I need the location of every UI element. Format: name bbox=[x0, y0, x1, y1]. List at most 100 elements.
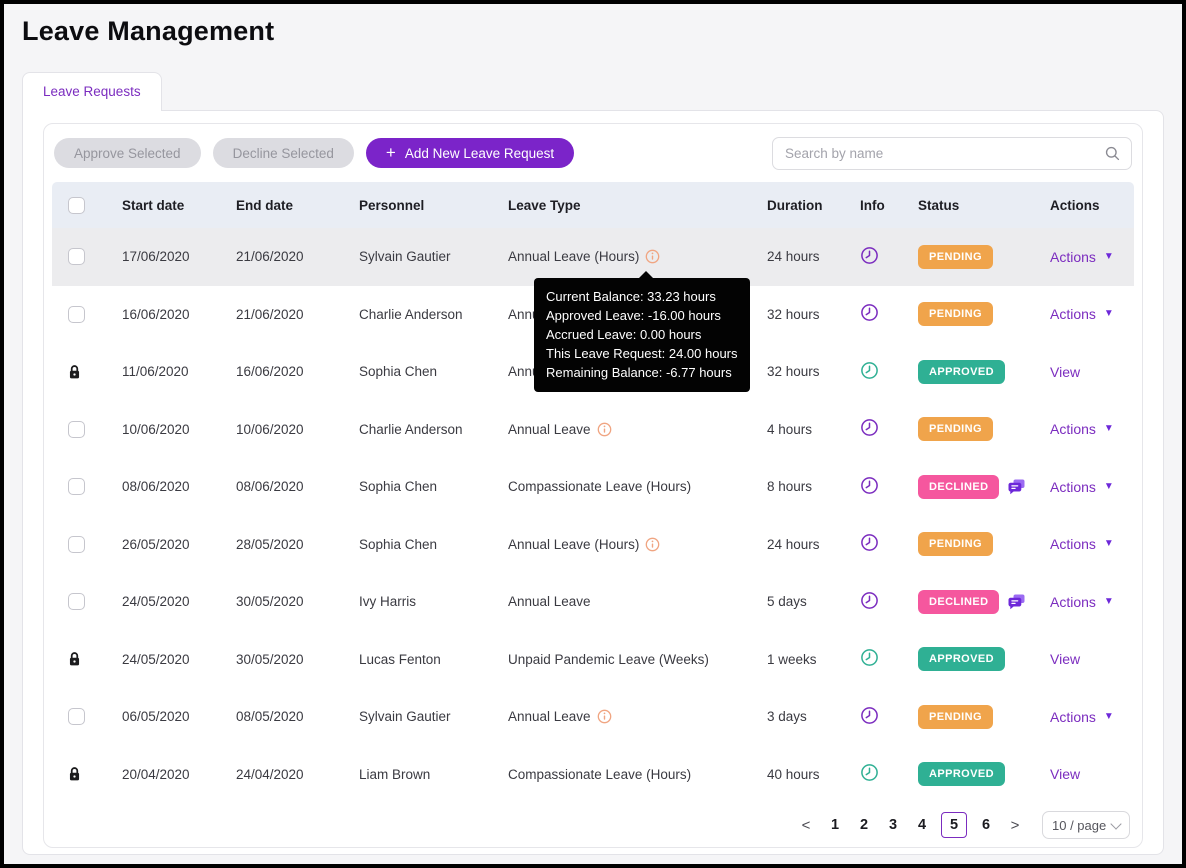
row-action-label: Actions bbox=[1050, 536, 1096, 553]
row-checkbox[interactable] bbox=[68, 535, 85, 553]
clock-icon[interactable] bbox=[860, 648, 879, 667]
start-date-cell: 11/06/2020 bbox=[122, 364, 189, 380]
info-icon[interactable] bbox=[597, 709, 612, 724]
clock-icon[interactable] bbox=[860, 246, 879, 265]
end-date-cell: 24/04/2020 bbox=[236, 766, 304, 782]
page-button-6[interactable]: 6 bbox=[976, 812, 996, 838]
personnel-cell: Sylvain Gautier bbox=[359, 249, 451, 265]
page-button-4[interactable]: 4 bbox=[912, 812, 932, 838]
row-action-label: Actions bbox=[1050, 478, 1096, 495]
row-checkbox[interactable] bbox=[68, 248, 85, 266]
table-row: 10/06/2020 10/06/2020 Charlie Anderson A… bbox=[52, 400, 1134, 458]
clock-icon[interactable] bbox=[860, 763, 879, 782]
caret-down-icon: ▼ bbox=[1103, 308, 1114, 320]
row-action-link[interactable]: View ▼ bbox=[1050, 766, 1080, 782]
end-date-cell: 08/06/2020 bbox=[236, 479, 304, 495]
table-row: 20/04/2020 24/04/2020 Liam Brown Compass… bbox=[52, 745, 1134, 803]
leave-type-cell: Annual Leave (Hours) bbox=[508, 249, 767, 264]
leave-type-cell: Annual Leave bbox=[508, 594, 767, 609]
tooltip-arrow bbox=[639, 271, 653, 278]
row-action-label: View bbox=[1050, 363, 1081, 380]
tooltip-line: Approved Leave: -16.00 hours bbox=[546, 308, 721, 323]
clock-icon[interactable] bbox=[860, 591, 879, 610]
personnel-cell: Sophia Chen bbox=[359, 364, 438, 380]
row-checkbox[interactable] bbox=[68, 708, 85, 726]
start-date-cell: 16/06/2020 bbox=[122, 306, 190, 322]
personnel-cell: Lucas Fenton bbox=[359, 651, 441, 667]
row-action-label: Actions bbox=[1050, 248, 1096, 265]
leave-type-label: Annual Leave bbox=[508, 594, 591, 610]
lock-icon bbox=[69, 767, 80, 781]
row-action-link[interactable]: Actions ▼ bbox=[1050, 709, 1114, 725]
header-end-date: End date bbox=[236, 197, 294, 213]
search-input[interactable] bbox=[772, 136, 1132, 170]
clock-icon[interactable] bbox=[860, 706, 879, 725]
status-badge: PENDING bbox=[918, 532, 993, 557]
select-all-checkbox[interactable] bbox=[68, 196, 85, 214]
row-action-link[interactable]: Actions ▼ bbox=[1050, 594, 1114, 610]
page-button-3[interactable]: 3 bbox=[883, 812, 903, 838]
comment-icon[interactable] bbox=[1008, 594, 1025, 610]
caret-down-icon: ▼ bbox=[1103, 538, 1114, 550]
approve-selected-button[interactable]: Approve Selected bbox=[54, 138, 201, 168]
personnel-cell: Liam Brown bbox=[359, 766, 431, 782]
prev-page-button[interactable]: < bbox=[796, 812, 816, 838]
clock-icon[interactable] bbox=[860, 303, 879, 322]
table-row: 26/05/2020 28/05/2020 Sophia Chen Annual… bbox=[52, 515, 1134, 573]
page-size-select[interactable]: 10 / page bbox=[1042, 811, 1130, 839]
leave-type-cell: Annual Leave bbox=[508, 422, 767, 437]
row-action-link[interactable]: View ▼ bbox=[1050, 651, 1080, 667]
caret-down-icon: ▼ bbox=[1103, 710, 1114, 722]
row-checkbox[interactable] bbox=[68, 305, 85, 323]
tooltip-line: Remaining Balance: -6.77 hours bbox=[546, 365, 732, 380]
caret-down-icon: ▼ bbox=[1103, 423, 1114, 435]
duration-cell: 32 hours bbox=[767, 306, 820, 322]
leave-type-cell: Compassionate Leave (Hours) bbox=[508, 479, 767, 494]
clock-icon[interactable] bbox=[860, 476, 879, 495]
row-action-link[interactable]: Actions ▼ bbox=[1050, 306, 1114, 322]
personnel-cell: Charlie Anderson bbox=[359, 421, 463, 437]
table-header-row: Start date End date Personnel Leave Type… bbox=[52, 182, 1134, 228]
row-action-link[interactable]: Actions ▼ bbox=[1050, 421, 1114, 437]
add-new-leave-request-button[interactable]: + Add New Leave Request bbox=[365, 138, 575, 168]
start-date-cell: 10/06/2020 bbox=[122, 421, 190, 437]
info-icon[interactable] bbox=[597, 422, 612, 437]
start-date-cell: 26/05/2020 bbox=[122, 536, 190, 552]
row-action-link[interactable]: Actions ▼ bbox=[1050, 249, 1114, 265]
page-button-2[interactable]: 2 bbox=[854, 812, 874, 838]
duration-cell: 32 hours bbox=[767, 364, 820, 380]
leave-type-cell: Annual Leave (Hours) bbox=[508, 537, 767, 552]
end-date-cell: 30/05/2020 bbox=[236, 651, 304, 667]
info-icon[interactable] bbox=[645, 537, 660, 552]
clock-icon[interactable] bbox=[860, 418, 879, 437]
status-badge: PENDING bbox=[918, 417, 993, 442]
header-actions: Actions bbox=[1050, 197, 1100, 213]
tab-leave-requests[interactable]: Leave Requests bbox=[22, 72, 162, 111]
row-action-link[interactable]: Actions ▼ bbox=[1050, 479, 1114, 495]
row-checkbox[interactable] bbox=[68, 593, 85, 611]
row-checkbox[interactable] bbox=[68, 420, 85, 438]
row-action-label: Actions bbox=[1050, 708, 1096, 725]
tab-bar: Leave Requests bbox=[22, 72, 1164, 111]
info-icon[interactable] bbox=[645, 249, 660, 264]
page-button-1[interactable]: 1 bbox=[825, 812, 845, 838]
status-badge: APPROVED bbox=[918, 359, 1005, 384]
clock-icon[interactable] bbox=[860, 533, 879, 552]
start-date-cell: 08/06/2020 bbox=[122, 479, 190, 495]
duration-cell: 5 days bbox=[767, 594, 807, 610]
row-checkbox[interactable] bbox=[68, 478, 85, 496]
row-action-link[interactable]: View ▼ bbox=[1050, 364, 1080, 380]
leave-type-label: Annual Leave (Hours) bbox=[508, 249, 640, 265]
personnel-cell: Sylvain Gautier bbox=[359, 709, 451, 725]
personnel-cell: Ivy Harris bbox=[359, 594, 416, 610]
caret-down-icon: ▼ bbox=[1103, 595, 1114, 607]
tooltip-line: This Leave Request: 24.00 hours bbox=[546, 346, 738, 361]
decline-selected-button[interactable]: Decline Selected bbox=[212, 138, 354, 168]
table-row: 24/05/2020 30/05/2020 Lucas Fenton Unpai… bbox=[52, 630, 1134, 688]
header-personnel: Personnel bbox=[359, 197, 425, 213]
next-page-button[interactable]: > bbox=[1005, 812, 1025, 838]
comment-icon[interactable] bbox=[1008, 479, 1025, 495]
clock-icon[interactable] bbox=[860, 361, 879, 380]
row-action-link[interactable]: Actions ▼ bbox=[1050, 536, 1114, 552]
page-button-5-active[interactable]: 5 bbox=[941, 812, 967, 838]
